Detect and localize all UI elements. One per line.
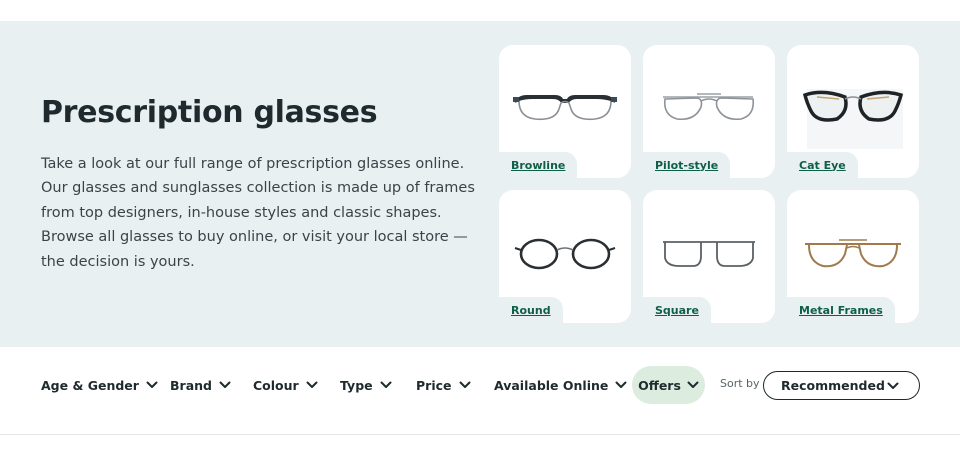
category-card-metal-frames[interactable]: Metal Frames (787, 190, 919, 323)
page-title: Prescription glasses (41, 95, 378, 130)
card-label-tab: Cat Eye (787, 152, 858, 178)
filter-label: Age & Gender (41, 377, 139, 393)
filter-price[interactable]: Price (416, 375, 471, 395)
filter-offers[interactable]: Offers (632, 366, 705, 404)
category-card-cat-eye[interactable]: Cat Eye (787, 45, 919, 178)
sort-value: Recommended (781, 378, 885, 393)
card-label-tab: Browline (499, 152, 578, 178)
filter-bar: Age & Gender Brand Colour Type Price Ava… (0, 347, 960, 435)
category-link[interactable]: Square (655, 304, 699, 317)
filter-type[interactable]: Type (340, 375, 392, 395)
cat-eye-glasses-icon (802, 89, 904, 149)
card-label-tab: Round (499, 297, 563, 323)
category-card-pilot-style[interactable]: Pilot-style (643, 45, 775, 178)
filter-label: Offers (638, 377, 681, 393)
card-label-tab: Pilot-style (643, 152, 731, 178)
filter-label: Available Online (494, 377, 609, 393)
pilot-glasses-icon (663, 93, 755, 121)
hero-section: Prescription glasses Take a look at our … (0, 21, 960, 347)
card-label-tab: Metal Frames (787, 297, 895, 323)
page-description: Take a look at our full range of prescri… (41, 156, 475, 270)
filter-age-gender[interactable]: Age & Gender (41, 375, 158, 395)
chevron-down-icon (146, 381, 158, 388)
chevron-down-icon (219, 381, 231, 388)
category-card-round[interactable]: Round (499, 190, 631, 323)
chevron-down-icon (887, 382, 899, 389)
filter-label: Price (416, 377, 452, 393)
card-label-tab: Square (643, 297, 711, 323)
browline-glasses-icon (513, 95, 617, 121)
filter-label: Type (340, 377, 373, 393)
category-link[interactable]: Cat Eye (799, 159, 846, 172)
square-glasses-icon (663, 241, 755, 267)
sort-select[interactable]: Recommended (763, 371, 920, 400)
category-link[interactable]: Round (511, 304, 551, 317)
chevron-down-icon (459, 381, 470, 388)
sort-label: Sort by (720, 377, 760, 390)
filter-brand[interactable]: Brand (170, 375, 231, 395)
chevron-down-icon (380, 381, 392, 388)
category-link[interactable]: Metal Frames (799, 304, 883, 317)
category-card-browline[interactable]: Browline (499, 45, 631, 178)
chevron-down-icon (306, 381, 318, 388)
filter-colour[interactable]: Colour (253, 375, 318, 395)
category-card-square[interactable]: Square (643, 190, 775, 323)
category-link[interactable]: Browline (511, 159, 565, 172)
filter-label: Colour (253, 377, 299, 393)
chevron-down-icon (687, 381, 699, 388)
category-link[interactable]: Pilot-style (655, 159, 718, 172)
filter-label: Brand (170, 377, 212, 393)
chevron-down-icon (615, 381, 627, 388)
metal-frame-glasses-icon (805, 239, 901, 268)
top-bar (0, 0, 960, 21)
round-glasses-icon (514, 238, 616, 270)
filter-available-online[interactable]: Available Online (494, 375, 627, 395)
